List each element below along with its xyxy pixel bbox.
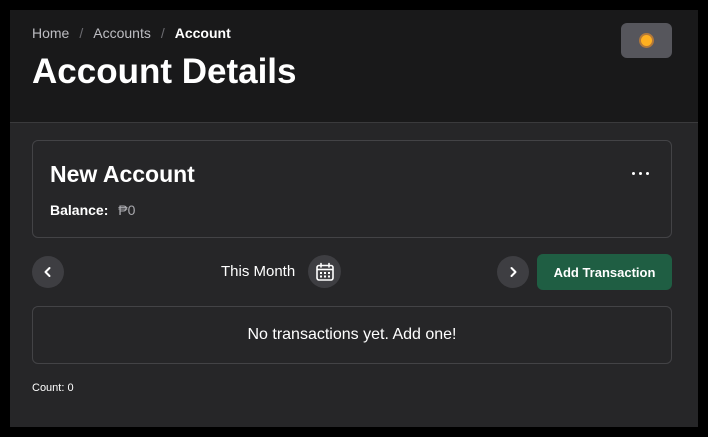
calendar-button[interactable] (308, 255, 341, 288)
theme-toggle-button[interactable] (621, 23, 672, 58)
account-name: New Account (50, 161, 195, 187)
page-title: Account Details (32, 52, 297, 91)
balance-value: ₱0 (118, 202, 136, 218)
period-label: This Month (221, 263, 296, 280)
empty-message: No transactions yet. Add one! (247, 326, 457, 343)
account-card: New Account Balance: ₱0 (32, 140, 672, 238)
account-menu-button[interactable] (625, 161, 655, 185)
page-header: Home / Accounts / Account Account Detail… (10, 10, 698, 123)
balance-row: Balance: ₱0 (50, 202, 135, 218)
previous-period-button[interactable] (32, 256, 64, 288)
app-window: Home / Accounts / Account Account Detail… (10, 10, 698, 427)
chevron-right-icon (510, 267, 517, 277)
more-horizontal-icon (631, 171, 649, 175)
add-transaction-button[interactable]: Add Transaction (537, 254, 672, 290)
sun-icon (641, 35, 652, 46)
breadcrumb-separator: / (160, 25, 165, 41)
calendar-icon (315, 262, 334, 281)
breadcrumb-home-link[interactable]: Home (32, 25, 69, 41)
breadcrumb: Home / Accounts / Account (32, 25, 231, 41)
breadcrumb-separator: / (79, 25, 84, 41)
breadcrumb-accounts-link[interactable]: Accounts (93, 25, 151, 41)
breadcrumb-current: Account (174, 25, 231, 41)
next-period-button[interactable] (497, 256, 529, 288)
transaction-count: Count: 0 (32, 382, 74, 394)
transactions-empty-state: No transactions yet. Add one! (32, 306, 672, 364)
balance-label: Balance: (50, 202, 109, 218)
chevron-left-icon (44, 267, 51, 277)
